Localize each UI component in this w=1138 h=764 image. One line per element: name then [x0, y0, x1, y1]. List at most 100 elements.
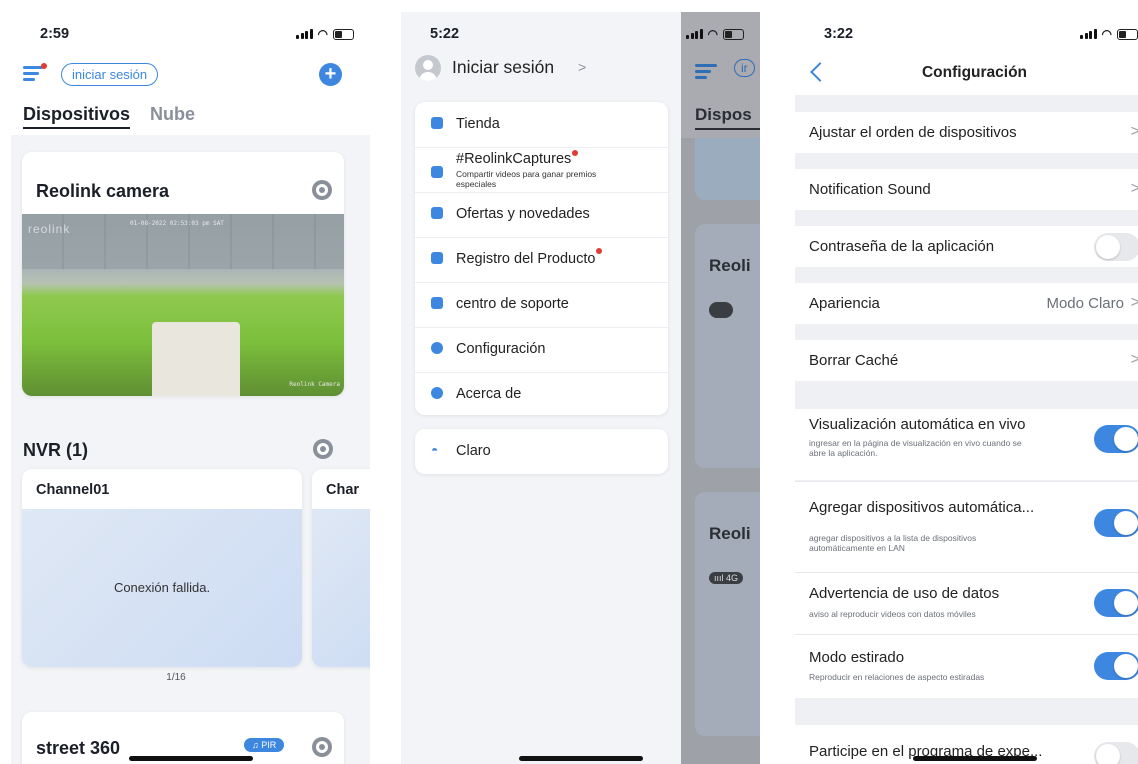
menu-item-captures[interactable]: #ReolinkCaptures Compartir videos para g…: [415, 147, 668, 193]
home-indicator: [128, 756, 253, 761]
connection-status: Conexión fallida.: [113, 580, 211, 595]
info-icon: [431, 387, 443, 399]
street-settings-icon[interactable]: [312, 737, 332, 757]
theme-icon: ◓: [431, 443, 439, 457]
channel-card[interactable]: Channel01 Conexión fallida.: [22, 469, 302, 667]
auto-add-toggle[interactable]: [1094, 509, 1138, 537]
tab-devices[interactable]: Dispositivos: [23, 104, 130, 125]
behind-signal: ıııl 4G: [709, 572, 744, 584]
status-time: 3:22: [824, 26, 854, 42]
stretch-toggle[interactable]: [1094, 652, 1138, 680]
nvr-title: NVR (1): [23, 440, 89, 460]
menu-item-about[interactable]: Acerca de: [415, 372, 668, 415]
menu-icon[interactable]: [23, 63, 47, 82]
behind-login-fragment: ir: [734, 59, 755, 77]
signal-icon: [296, 29, 313, 39]
channel-title: Channel01: [36, 482, 110, 498]
battery-icon: [723, 28, 744, 40]
camera-watermark: reolink: [28, 222, 71, 236]
row-data-warning: Advertencia de uso de datos aviso al rep…: [795, 572, 1138, 634]
camera-settings-icon[interactable]: [312, 180, 332, 200]
status-bar: 3:22 ◠: [795, 12, 1138, 54]
channel-pager: 1/16: [166, 672, 186, 683]
chevron-right-icon: >: [1130, 294, 1138, 311]
home-indicator: [912, 756, 1037, 761]
status-bar: 2:59 ◠: [11, 12, 370, 54]
notification-dot: [41, 63, 47, 69]
row-app-password: Contraseña de la aplicación: [795, 226, 1138, 267]
chevron-right-icon: >: [1130, 351, 1138, 368]
new-dot: [572, 150, 578, 156]
menu-item-register[interactable]: Registro del Producto: [415, 237, 668, 283]
row-device-order[interactable]: Ajustar el orden de dispositivos >: [795, 112, 1138, 153]
chevron-right-icon: >: [1130, 180, 1138, 197]
experience-toggle[interactable]: [1094, 742, 1138, 764]
channel-title-2: Char: [326, 482, 360, 498]
camera-preview[interactable]: reolink 01-08-2022 02:53:03 pm SAT Reoli…: [22, 214, 344, 396]
page-title: Configuración: [921, 64, 1028, 81]
gear-icon: [431, 342, 443, 354]
status-bar: 5:22 ◠: [401, 12, 760, 54]
home-indicator: [518, 756, 643, 761]
camera-card[interactable]: Reolink camera reolink 01-08-2022 02:53:…: [22, 152, 344, 396]
row-clear-cache[interactable]: Borrar Caché >: [795, 340, 1138, 381]
tab-cloud[interactable]: Nube: [150, 104, 195, 125]
preview-object: [152, 322, 240, 396]
document-icon: [431, 252, 443, 264]
menu-item-store[interactable]: Tienda: [415, 102, 668, 148]
behind-screen: ir Dispos Reoli Reoli ıııl 4G: [681, 12, 760, 764]
status-time: 5:22: [430, 26, 460, 42]
row-auto-live: Visualización automática en vivo ingresa…: [795, 409, 1138, 480]
behind-tab: Dispos: [695, 105, 752, 124]
appearance-value: Modo Claro: [1046, 295, 1124, 312]
video-icon: [431, 166, 443, 178]
battery-icon: [1117, 28, 1138, 40]
support-icon: [431, 297, 443, 309]
menu-item-offers[interactable]: Ofertas y novedades: [415, 192, 668, 238]
settings-screen: 3:22 ◠ Configuración Ajustar el orden de…: [795, 12, 1138, 764]
camera-title: Reolink camera: [36, 181, 170, 201]
login-row[interactable]: Iniciar sesión >: [415, 53, 675, 85]
auto-live-toggle[interactable]: [1094, 425, 1138, 453]
menu-item-support[interactable]: centro de soporte: [415, 282, 668, 328]
behind-card-title: Reoli: [709, 256, 751, 275]
pir-label: PIR: [261, 740, 277, 750]
wifi-icon: ◠: [317, 27, 328, 41]
camera-caption: Reolink Camera: [289, 381, 340, 388]
data-warning-toggle[interactable]: [1094, 589, 1138, 617]
status-time: 2:59: [40, 26, 70, 42]
captures-sub: Compartir videos para ganar premios espe…: [456, 169, 597, 189]
signal-icon: [1080, 29, 1097, 39]
camera-timestamp: 01-08-2022 02:53:03 pm SAT: [130, 220, 224, 227]
menu-item-settings[interactable]: Configuración: [415, 327, 668, 373]
tab-underline: [23, 127, 130, 129]
pir-badge[interactable]: ♫ PIR: [244, 738, 285, 752]
side-menu-screen: ir Dispos Reoli Reoli ıııl 4G 5:22 ◠ Ini…: [401, 12, 760, 764]
row-notification-sound[interactable]: Notification Sound >: [795, 169, 1138, 210]
theme-label: Claro: [456, 443, 491, 459]
login-button[interactable]: iniciar sesión: [61, 63, 159, 86]
mail-icon: [431, 207, 443, 219]
menu-card: Tienda #ReolinkCaptures Compartir videos…: [415, 102, 668, 415]
wifi-icon: ◠: [1101, 27, 1112, 41]
password-toggle[interactable]: [1094, 233, 1138, 261]
avatar: [415, 55, 441, 81]
login-chevron: >: [578, 59, 587, 75]
signal-icon: [686, 29, 703, 39]
login-label: Iniciar sesión: [452, 57, 555, 77]
street-title: street 360: [36, 738, 121, 758]
nvr-settings-icon[interactable]: [313, 439, 333, 459]
row-stretch-mode: Modo estirado Reproducir en relaciones d…: [795, 634, 1138, 698]
store-icon: [431, 117, 443, 129]
bell-icon: ♫: [252, 740, 259, 750]
devices-screen: 2:59 ◠ iniciar sesión + Dispositivos Nub…: [11, 12, 370, 764]
new-dot: [596, 248, 602, 254]
row-auto-add: Agregar dispositivos automática... agreg…: [795, 481, 1138, 572]
channel-card-2[interactable]: Char: [312, 469, 370, 667]
add-device-icon[interactable]: +: [319, 63, 342, 86]
theme-card[interactable]: ◓ Claro: [415, 429, 668, 474]
battery-icon: [333, 28, 354, 40]
row-appearance[interactable]: Apariencia Modo Claro >: [795, 283, 1138, 324]
behind-card-title-2: Reoli: [709, 524, 751, 543]
chevron-right-icon: >: [1130, 123, 1138, 140]
